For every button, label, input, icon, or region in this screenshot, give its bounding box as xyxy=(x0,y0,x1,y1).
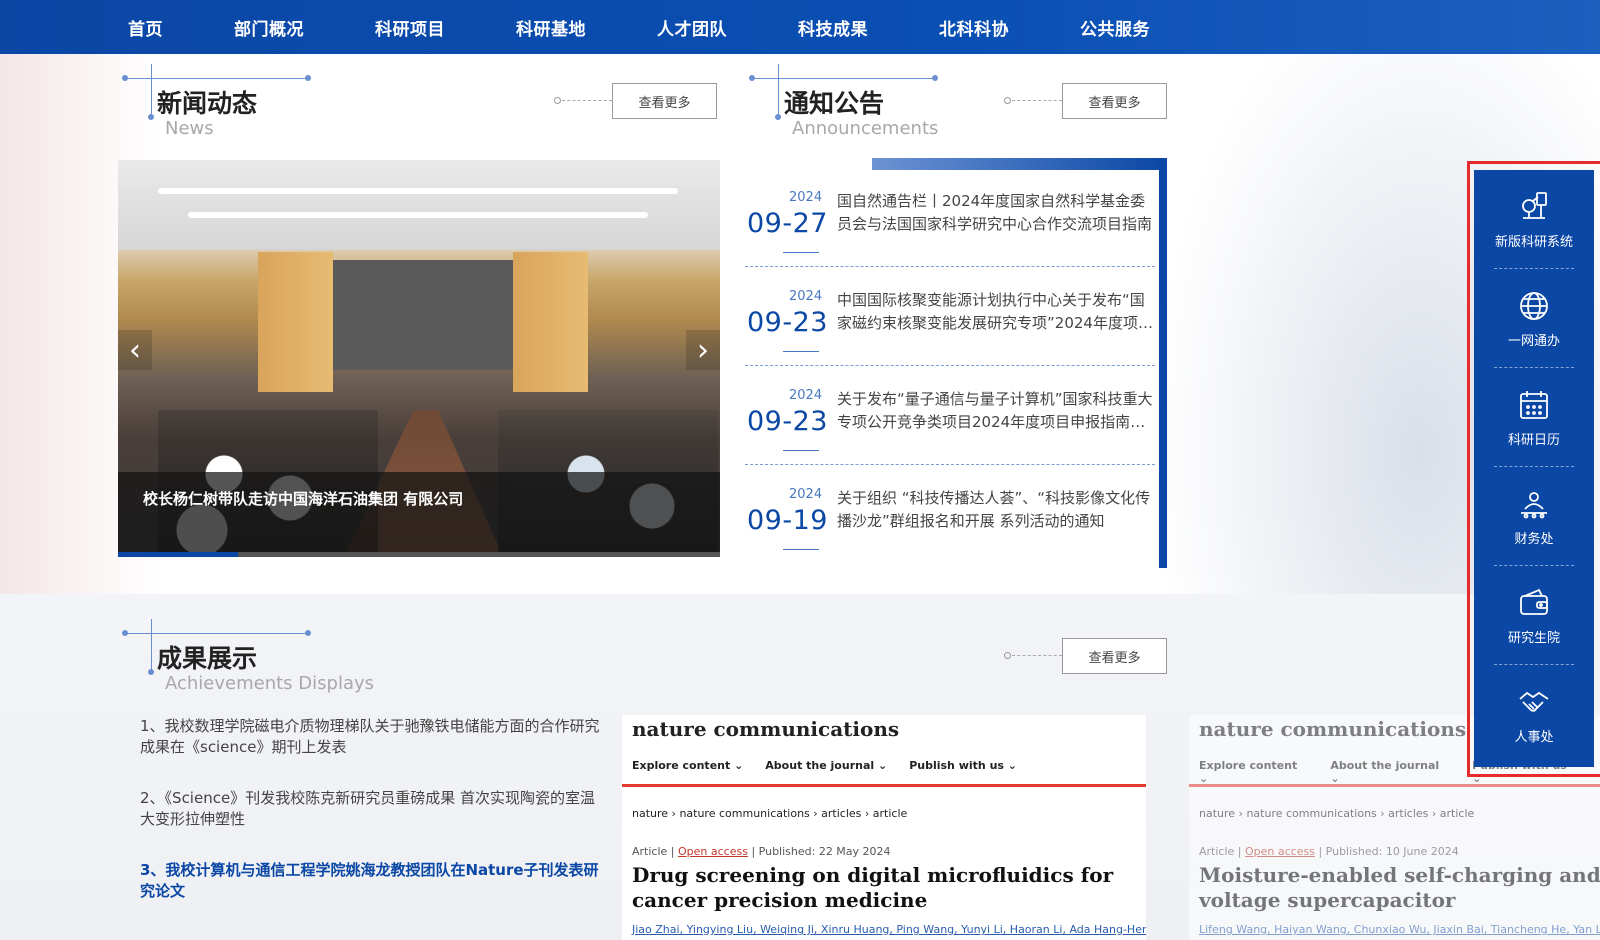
achievement-paper-card[interactable]: nature communications Explore content ⌄ … xyxy=(622,715,1146,940)
wallet-icon xyxy=(1516,585,1552,621)
announcements-list: 2024 09-27 国自然通告栏丨2024年度国家自然科学基金委员会与法国国家… xyxy=(745,168,1155,564)
announcement-date: 09-27 xyxy=(747,208,828,239)
announcement-item[interactable]: 2024 09-19 关于组织 “科技传播达人荟”、“科技影像文化传播沙龙”群组… xyxy=(745,465,1155,564)
achievements-subtitle: Achievements Displays xyxy=(165,673,375,694)
announcement-year: 2024 xyxy=(789,190,823,205)
journal-menu-item: Publish with us ⌄ xyxy=(909,759,1017,772)
quick-link-hr[interactable]: 人事处 xyxy=(1474,665,1594,764)
announcement-year: 2024 xyxy=(789,388,823,403)
news-slider[interactable]: 校长杨仁树带队走访中国海洋石油集团 有限公司 ‹ › xyxy=(118,160,720,557)
nav-item-achievements[interactable]: 科技成果 xyxy=(798,15,868,40)
achievements-more-button[interactable]: 查看更多 xyxy=(1062,638,1167,674)
nav-item-talent[interactable]: 人才团队 xyxy=(657,15,727,40)
quick-link-label: 人事处 xyxy=(1514,730,1554,745)
chevron-left-icon: ‹ xyxy=(129,332,141,368)
globe-icon xyxy=(1516,288,1552,324)
journal-menu: Explore content ⌄ About the journal ⌄ Pu… xyxy=(632,759,1039,772)
achievement-item-active[interactable]: 3、我校计算机与通信工程学院姚海龙教授团队在Nature子刊发表研究论文 xyxy=(140,860,600,902)
journal-menu-item: Explore content ⌄ xyxy=(1199,759,1298,785)
quick-link-label: 新版科研系统 xyxy=(1494,235,1573,250)
announcements-section-header: 通知公告 Announcements xyxy=(749,64,1012,144)
journal-menu-item: About the journal ⌄ xyxy=(765,759,888,772)
announcement-text[interactable]: 国自然通告栏丨2024年度国家自然科学基金委员会与法国国家科学研究中心合作交流项… xyxy=(837,190,1157,236)
announcements-subtitle: Announcements xyxy=(792,118,939,139)
journal-menu-item: Explore content ⌄ xyxy=(632,759,744,772)
news-section-header: 新闻动态 News xyxy=(122,64,385,144)
quick-link-label: 研究生院 xyxy=(1507,631,1560,646)
quick-link-research-system[interactable]: 新版科研系统 xyxy=(1474,170,1594,269)
journal-brand: nature communications xyxy=(1199,717,1467,741)
journal-brand: nature communications xyxy=(632,717,900,741)
announcement-date: 09-23 xyxy=(747,406,828,437)
microscope-icon xyxy=(1516,189,1552,225)
news-more-button[interactable]: 查看更多 xyxy=(612,83,717,119)
paper-meta: Article | Open access | Published: 22 Ma… xyxy=(632,845,891,858)
slider-prev-button[interactable]: ‹ xyxy=(118,330,152,370)
quick-link-finance[interactable]: 财务处 xyxy=(1474,467,1594,566)
journal-menu-item: About the journal ⌄ xyxy=(1330,759,1440,785)
slide-image xyxy=(333,260,513,370)
paper-meta: Article | Open access | Published: 10 Ju… xyxy=(1199,845,1459,858)
nav-item-departments[interactable]: 部门概况 xyxy=(234,15,304,40)
nav-item-science-association[interactable]: 北科科协 xyxy=(939,15,1009,40)
announcement-year: 2024 xyxy=(789,487,823,502)
quick-link-one-stop[interactable]: 一网通办 xyxy=(1474,269,1594,368)
announcement-item[interactable]: 2024 09-27 国自然通告栏丨2024年度国家自然科学基金委员会与法国国家… xyxy=(745,168,1155,267)
quick-links-panel: 新版科研系统 一网通办 科研日历 财务处 研究生院 人事处 xyxy=(1474,170,1594,767)
nav-item-home[interactable]: 首页 xyxy=(128,15,163,40)
nav-item-research-projects[interactable]: 科研项目 xyxy=(375,15,445,40)
nav-item-public-services[interactable]: 公共服务 xyxy=(1080,15,1150,40)
achievement-item[interactable]: 1、我校数理学院磁电介质物理梯队关于驰豫铁电储能方面的合作研究成果在《scien… xyxy=(140,716,600,758)
top-nav: 首页 部门概况 科研项目 科研基地 人才团队 科技成果 北科科协 公共服务 xyxy=(0,0,1600,54)
news-subtitle: News xyxy=(165,118,214,139)
nav-item-research-bases[interactable]: 科研基地 xyxy=(516,15,586,40)
announcements-title: 通知公告 xyxy=(784,89,885,118)
quick-link-research-calendar[interactable]: 科研日历 xyxy=(1474,368,1594,467)
news-title: 新闻动态 xyxy=(157,89,258,118)
calendar-icon xyxy=(1516,387,1552,423)
quick-link-graduate-school[interactable]: 研究生院 xyxy=(1474,566,1594,665)
announcement-date: 09-19 xyxy=(747,505,828,536)
handshake-icon xyxy=(1516,684,1552,720)
announcements-more-button[interactable]: 查看更多 xyxy=(1062,83,1167,119)
achievements-section-header: 成果展示 Achievements Displays xyxy=(122,619,405,699)
announcement-text[interactable]: 关于组织 “科技传播达人荟”、“科技影像文化传播沙龙”群组报名和开展 系列活动的… xyxy=(837,487,1157,533)
chevron-right-icon: › xyxy=(697,332,709,368)
announcement-date: 09-23 xyxy=(747,307,828,338)
paper-authors: Jiao Zhai, Yingying Liu, Weiqing Ji, Xin… xyxy=(632,923,1146,936)
achievement-item[interactable]: 2、《Science》刊发我校陈克新研究员重磅成果 首次实现陶瓷的室温大变形拉伸… xyxy=(140,788,600,830)
finance-icon xyxy=(1516,486,1552,522)
quick-link-label: 一网通办 xyxy=(1507,334,1560,349)
paper-title: Drug screening on digital microfluidics … xyxy=(632,863,1114,912)
journal-breadcrumb: nature › nature communications › article… xyxy=(632,807,908,820)
announcement-year: 2024 xyxy=(789,289,823,304)
slide-caption[interactable]: 校长杨仁树带队走访中国海洋石油集团 有限公司 xyxy=(143,488,463,509)
slider-next-button[interactable]: › xyxy=(686,330,720,370)
announcements-side-bar xyxy=(1159,158,1167,568)
announcement-item[interactable]: 2024 09-23 关于发布“量子通信与量子计算机”国家科技重大专项公开竞争类… xyxy=(745,366,1155,465)
quick-link-label: 财务处 xyxy=(1514,532,1554,547)
journal-breadcrumb: nature › nature communications › article… xyxy=(1199,807,1475,820)
achievements-title: 成果展示 xyxy=(157,644,258,673)
announcement-text[interactable]: 中国国际核聚变能源计划执行中心关于发布“国家磁约束核聚变能发展研究专项”2024… xyxy=(837,289,1157,335)
paper-authors: Lifeng Wang, Haiyan Wang, Chunxiao Wu, J… xyxy=(1199,923,1600,936)
announcement-item[interactable]: 2024 09-23 中国国际核聚变能源计划执行中心关于发布“国家磁约束核聚变能… xyxy=(745,267,1155,366)
announcement-text[interactable]: 关于发布“量子通信与量子计算机”国家科技重大专项公开竞争类项目2024年度项目申… xyxy=(837,388,1157,434)
achievements-list: 1、我校数理学院磁电介质物理梯队关于驰豫铁电储能方面的合作研究成果在《scien… xyxy=(140,716,600,932)
paper-title: Moisture-enabled self-charging and volta… xyxy=(1199,863,1600,912)
quick-link-label: 科研日历 xyxy=(1507,433,1560,448)
slider-progress xyxy=(118,552,720,557)
